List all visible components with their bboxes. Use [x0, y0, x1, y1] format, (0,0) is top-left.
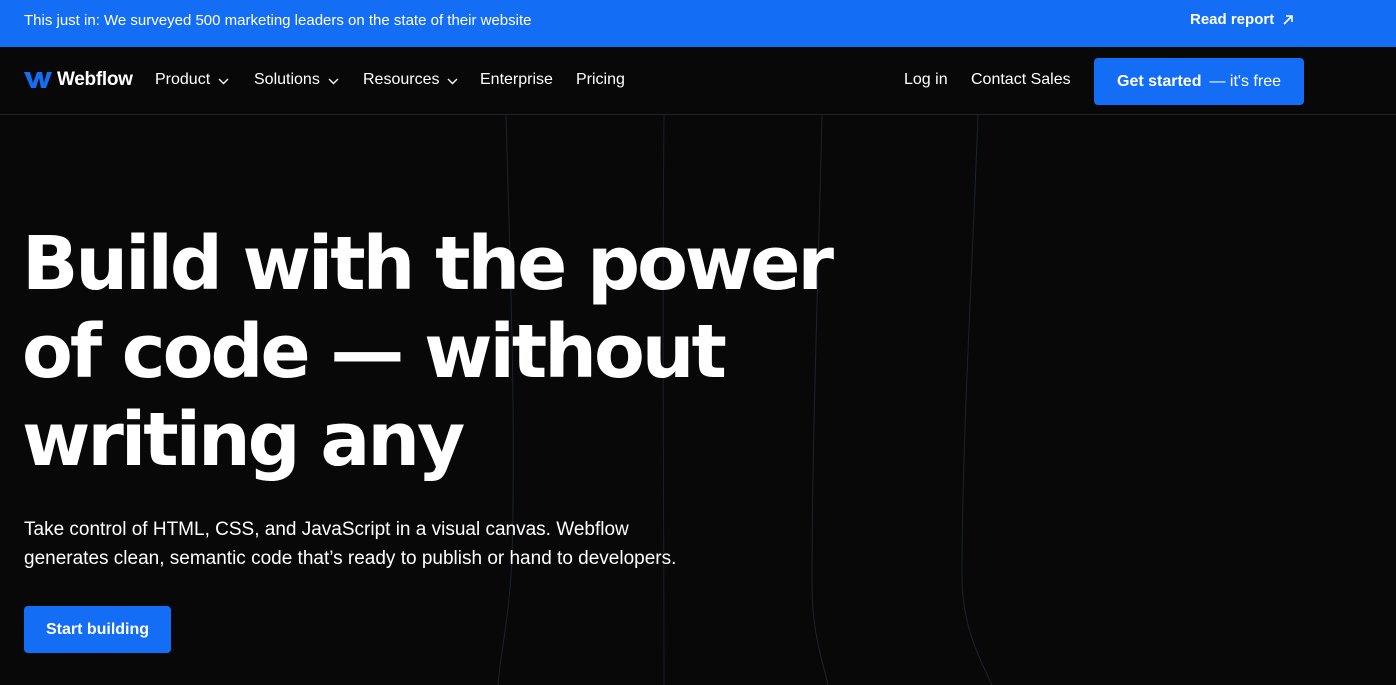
announcement-message: This just in: We surveyed 500 marketing …	[24, 12, 532, 29]
nav-item-pricing[interactable]: Pricing	[576, 71, 625, 89]
announcement-bar: This just in: We surveyed 500 marketing …	[0, 0, 1396, 47]
login-link[interactable]: Log in	[904, 71, 948, 89]
webflow-logo[interactable]: Webflow	[24, 69, 133, 91]
chevron-down-icon	[328, 78, 339, 84]
chevron-down-icon	[447, 78, 458, 84]
arrow-up-right-icon	[1283, 14, 1293, 25]
read-report-link[interactable]: Read report	[1190, 11, 1294, 28]
start-building-label: Start building	[45, 620, 150, 638]
nav-item-enterprise[interactable]: Enterprise	[480, 71, 553, 89]
get-started-button[interactable]: Get started — it's free	[1094, 58, 1304, 105]
nav-item-label: Enterprise	[480, 71, 553, 88]
main-nav: Webflow Product Solutions Resources Ente…	[0, 47, 1396, 115]
start-building-button[interactable]: Start building	[24, 606, 171, 653]
nav-item-resources[interactable]: Resources	[363, 71, 458, 89]
webflow-logo-icon	[24, 72, 52, 88]
login-label: Log in	[904, 71, 948, 88]
chevron-down-icon	[218, 78, 229, 84]
get-started-sublabel: — it's free	[1209, 72, 1281, 90]
nav-item-label: Pricing	[576, 71, 625, 88]
get-started-label: Get started	[1117, 72, 1202, 90]
contact-sales-link[interactable]: Contact Sales	[971, 71, 1071, 89]
nav-item-product[interactable]: Product	[155, 71, 229, 89]
contact-sales-label: Contact Sales	[971, 71, 1071, 88]
hero-subtext: Take control of HTML, CSS, and JavaScrip…	[24, 519, 677, 569]
hero-headline: Build with the power of code — without w…	[22, 221, 834, 483]
logo-text: Webflow	[57, 69, 133, 90]
nav-item-solutions[interactable]: Solutions	[254, 71, 339, 89]
nav-item-label: Solutions	[254, 71, 320, 88]
nav-item-label: Product	[155, 71, 211, 88]
nav-item-label: Resources	[363, 71, 440, 88]
read-report-label: Read report	[1190, 11, 1275, 28]
